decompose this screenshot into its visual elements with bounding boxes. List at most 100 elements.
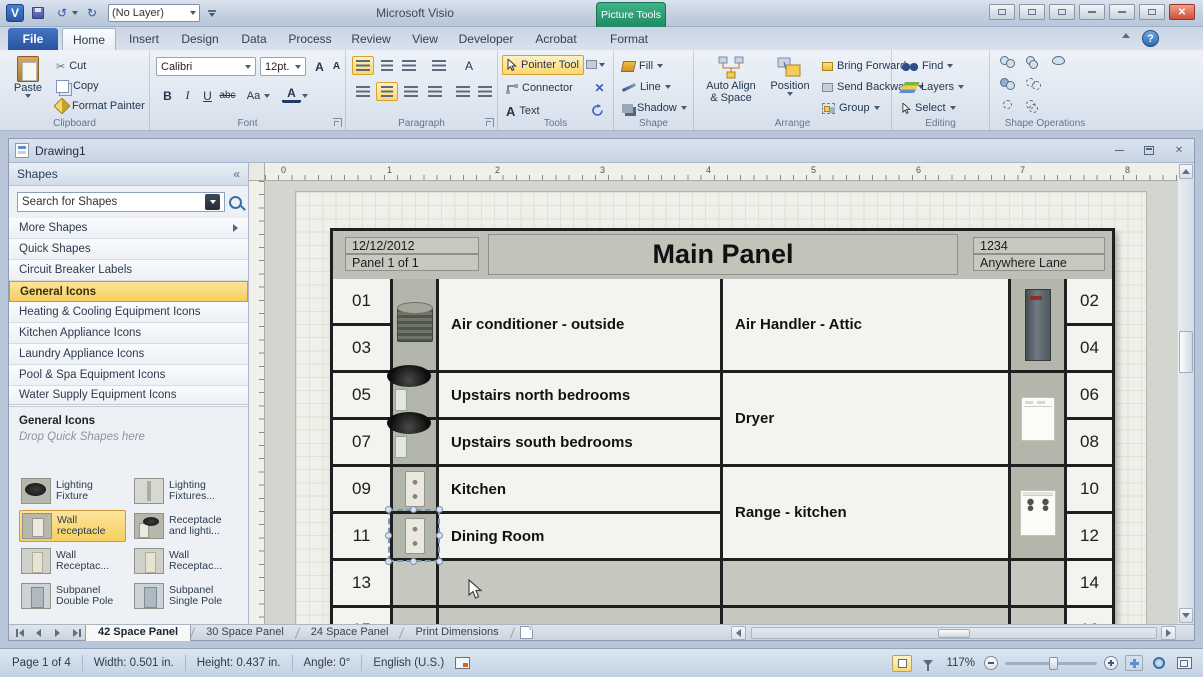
overlay-button-2[interactable] — [1019, 4, 1045, 20]
tab-data[interactable]: Data — [230, 28, 278, 50]
close-button[interactable]: ✕ — [1169, 4, 1195, 20]
position-button[interactable]: Position — [764, 54, 816, 98]
tab-process[interactable]: Process — [282, 28, 338, 50]
circuit-number-03[interactable]: 03 — [333, 326, 390, 370]
circuit-label-dryer[interactable]: Dryer — [723, 373, 1008, 464]
font-family-combo[interactable]: Calibri — [156, 57, 256, 76]
change-case-button[interactable]: Aa — [244, 86, 263, 105]
icon-cell-dryer[interactable] — [1011, 373, 1064, 464]
icon-cell-07[interactable] — [393, 420, 436, 464]
layer-combobox[interactable]: (No Layer) — [108, 4, 200, 22]
icon-cell-16[interactable] — [1011, 608, 1064, 624]
vertical-scrollbar[interactable] — [1178, 163, 1194, 624]
icon-cell-14[interactable] — [1011, 561, 1064, 605]
pointer-tool-button[interactable]: Pointer Tool — [502, 55, 584, 75]
circuit-label-07[interactable]: Upstairs south bedrooms — [439, 420, 720, 464]
status-page-indicator[interactable]: Page 1 of 4 — [10, 657, 73, 669]
circuit-number-10[interactable]: 10 — [1067, 467, 1112, 511]
font-color-arrow[interactable] — [302, 94, 308, 98]
zoom-slider[interactable] — [1005, 662, 1097, 665]
search-dropdown-button[interactable] — [205, 194, 220, 210]
stencil-quick-shapes[interactable]: Quick Shapes — [9, 239, 248, 260]
format-painter-button[interactable]: Format Painter — [52, 96, 149, 116]
scroll-up-button[interactable] — [1179, 164, 1193, 179]
icon-cell-15[interactable] — [393, 608, 436, 624]
zoom-window-button[interactable] — [1150, 655, 1168, 672]
strikethrough-button[interactable]: abc — [218, 86, 237, 105]
status-angle[interactable]: Angle: 0° — [302, 657, 353, 669]
align-middle-button[interactable] — [376, 56, 398, 75]
circuit-label-09[interactable]: Kitchen — [439, 467, 720, 511]
stencil-heating-cooling[interactable]: Heating & Cooling Equipment Icons — [9, 302, 248, 323]
stencil-water-supply[interactable]: Water Supply Equipment Icons — [9, 386, 248, 407]
circuit-label-05[interactable]: Upstairs north bedrooms — [439, 373, 720, 417]
auto-align-space-button[interactable]: Auto Align & Space — [700, 54, 762, 106]
align-left-button[interactable] — [352, 82, 374, 101]
zoom-slider-thumb[interactable] — [1049, 657, 1058, 670]
horizontal-scrollbar[interactable] — [751, 627, 1157, 639]
status-width[interactable]: Width: 0.501 in. — [92, 657, 176, 669]
circuit-number-02[interactable]: 02 — [1067, 279, 1112, 323]
circuit-number-05[interactable]: 05 — [333, 373, 390, 417]
previous-page-button[interactable] — [30, 626, 47, 640]
first-page-button[interactable] — [11, 626, 28, 640]
status-height[interactable]: Height: 0.437 in. — [195, 657, 283, 669]
connection-point-tool-button[interactable]: ✕ — [590, 78, 609, 97]
doc-minimize-button[interactable] — [1110, 143, 1128, 157]
stencil-kitchen-appliance[interactable]: Kitchen Appliance Icons — [9, 323, 248, 344]
macro-record-icon[interactable] — [455, 657, 470, 669]
page-tab-42-space-panel[interactable]: 42 Space Panel — [85, 625, 191, 641]
circuit-label-15-empty[interactable] — [439, 608, 720, 624]
align-right-button[interactable] — [400, 82, 422, 101]
paste-button[interactable]: Paste — [8, 54, 48, 112]
last-page-button[interactable] — [68, 626, 85, 640]
search-shapes-input[interactable]: Search for Shapes — [17, 192, 225, 212]
font-size-combo[interactable]: 12pt. — [260, 57, 306, 76]
icon-cell-ac[interactable] — [393, 279, 436, 370]
trim-button[interactable] — [1026, 100, 1044, 114]
join-button[interactable] — [1000, 100, 1018, 114]
doc-restore-button[interactable] — [1140, 143, 1158, 157]
circuit-label-range[interactable]: Range - kitchen — [723, 467, 1008, 558]
panel-date-field[interactable]: 12/12/2012 — [345, 237, 479, 254]
bullets-button[interactable] — [428, 56, 450, 75]
stencil-pool-spa[interactable]: Pool & Spa Equipment Icons — [9, 365, 248, 386]
fit-page-button[interactable] — [1125, 655, 1143, 671]
panel-count-field[interactable]: Panel 1 of 1 — [345, 254, 479, 271]
circuit-number-12[interactable]: 12 — [1067, 514, 1112, 558]
circuit-label-ac[interactable]: Air conditioner - outside — [439, 279, 720, 370]
circuit-number-04[interactable]: 04 — [1067, 326, 1112, 370]
fill-button[interactable]: Fill — [618, 56, 667, 76]
circuit-number-13[interactable]: 13 — [333, 561, 390, 605]
tab-file[interactable]: File — [8, 28, 58, 50]
scroll-down-button[interactable] — [1179, 608, 1193, 623]
stencil-circuit-breaker-labels[interactable]: Circuit Breaker Labels — [9, 260, 248, 281]
union-button[interactable] — [1000, 56, 1018, 70]
panel-title[interactable]: Main Panel — [488, 234, 958, 275]
page-tab-print-dimensions[interactable]: Print Dimensions — [403, 625, 510, 641]
save-button[interactable] — [28, 4, 48, 22]
icon-cell-13[interactable] — [393, 561, 436, 605]
overlay-button-3[interactable] — [1049, 4, 1075, 20]
select-button[interactable]: Select — [898, 98, 960, 118]
paragraph-dialog-launcher[interactable] — [485, 118, 494, 127]
master-lighting-fixture[interactable]: Lighting Fixture — [19, 475, 126, 507]
tab-home[interactable]: Home — [62, 28, 116, 50]
superscript-button[interactable]: A — [458, 56, 480, 75]
fragment-button[interactable] — [1026, 56, 1044, 70]
doc-close-button[interactable]: ✕ — [1170, 143, 1188, 157]
circuit-number-06[interactable]: 06 — [1067, 373, 1112, 417]
normal-view-button[interactable] — [892, 655, 912, 672]
circuit-label-16-empty[interactable] — [723, 608, 1008, 624]
panel-street-name-field[interactable]: Anywhere Lane — [973, 254, 1105, 271]
tab-review[interactable]: Review — [344, 28, 398, 50]
collapse-ribbon-button[interactable] — [1119, 33, 1133, 43]
pan-zoom-window-button[interactable] — [1175, 655, 1193, 672]
zoom-level[interactable]: 117% — [944, 657, 977, 669]
search-icon[interactable] — [229, 196, 242, 209]
tab-design[interactable]: Design — [172, 28, 228, 50]
collapse-panel-icon[interactable]: « — [233, 167, 240, 181]
maximize-button[interactable] — [1139, 4, 1165, 20]
circuit-number-11[interactable]: 11 — [333, 514, 390, 558]
tab-view[interactable]: View — [402, 28, 448, 50]
